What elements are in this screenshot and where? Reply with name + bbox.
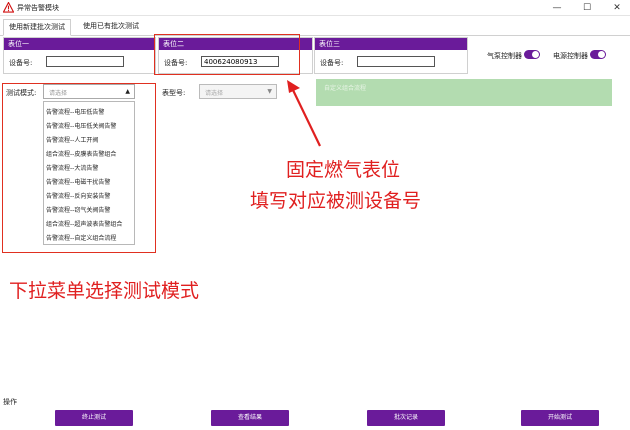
custom-flow-box[interactable]: 自定义组合流程 <box>316 79 612 106</box>
tab-existing-batch[interactable]: 使用已有批次测试 <box>78 19 144 36</box>
meter-title: 表位一 <box>4 38 155 50</box>
meter-panel-3: 表位三 设备号: <box>314 37 468 74</box>
view-results-button[interactable]: 查看结果 <box>211 410 289 426</box>
warning-icon <box>3 2 14 13</box>
window-title: 异常告警模块 <box>17 4 59 12</box>
close-button[interactable]: ✕ <box>602 0 630 16</box>
title-bar: 异常告警模块 — ☐ ✕ <box>0 0 630 16</box>
device-number-input-1[interactable] <box>46 56 124 67</box>
toggle-knob <box>532 51 539 58</box>
power-controller-label: 电源控制器 <box>553 52 588 60</box>
meter-type-placeholder: 请选择 <box>205 90 224 97</box>
meter-title: 表位三 <box>315 38 467 50</box>
minimize-button[interactable]: — <box>542 0 572 16</box>
operations-label: 操作 <box>3 398 17 406</box>
meter-type-select[interactable]: 请选择 ▼ <box>199 84 277 99</box>
device-number-input-3[interactable] <box>357 56 435 67</box>
annotation-text: 填写对应被测设备号 <box>250 190 422 212</box>
annotation-arrow-icon <box>287 80 321 147</box>
device-number-label: 设备号: <box>9 59 33 67</box>
stop-test-button[interactable]: 终止测试 <box>55 410 133 426</box>
meter-panel-1: 表位一 设备号: <box>3 37 156 74</box>
annotation-highlight-meter-2 <box>154 34 300 75</box>
pump-controller-label: 气泵控制器 <box>487 52 522 60</box>
annotation-text: 固定燃气表位 <box>286 159 401 181</box>
pump-controller-toggle[interactable] <box>524 50 540 59</box>
tab-new-batch[interactable]: 使用新建批次测试 <box>3 19 71 36</box>
meter-type-label: 表型号: <box>162 89 186 97</box>
maximize-button[interactable]: ☐ <box>572 0 602 16</box>
batch-records-button[interactable]: 批次记录 <box>367 410 445 426</box>
start-test-button[interactable]: 开始测试 <box>521 410 599 426</box>
annotation-highlight-test-mode <box>2 83 156 253</box>
power-controller-toggle[interactable] <box>590 50 606 59</box>
tab-bar: 使用新建批次测试 使用已有批次测试 <box>0 17 630 36</box>
custom-flow-text: 自定义组合流程 <box>324 85 367 92</box>
device-number-label: 设备号: <box>320 59 344 67</box>
toggle-knob <box>598 51 605 58</box>
annotation-text: 下拉菜单选择测试模式 <box>9 280 200 302</box>
caret-down-icon: ▼ <box>267 88 272 95</box>
